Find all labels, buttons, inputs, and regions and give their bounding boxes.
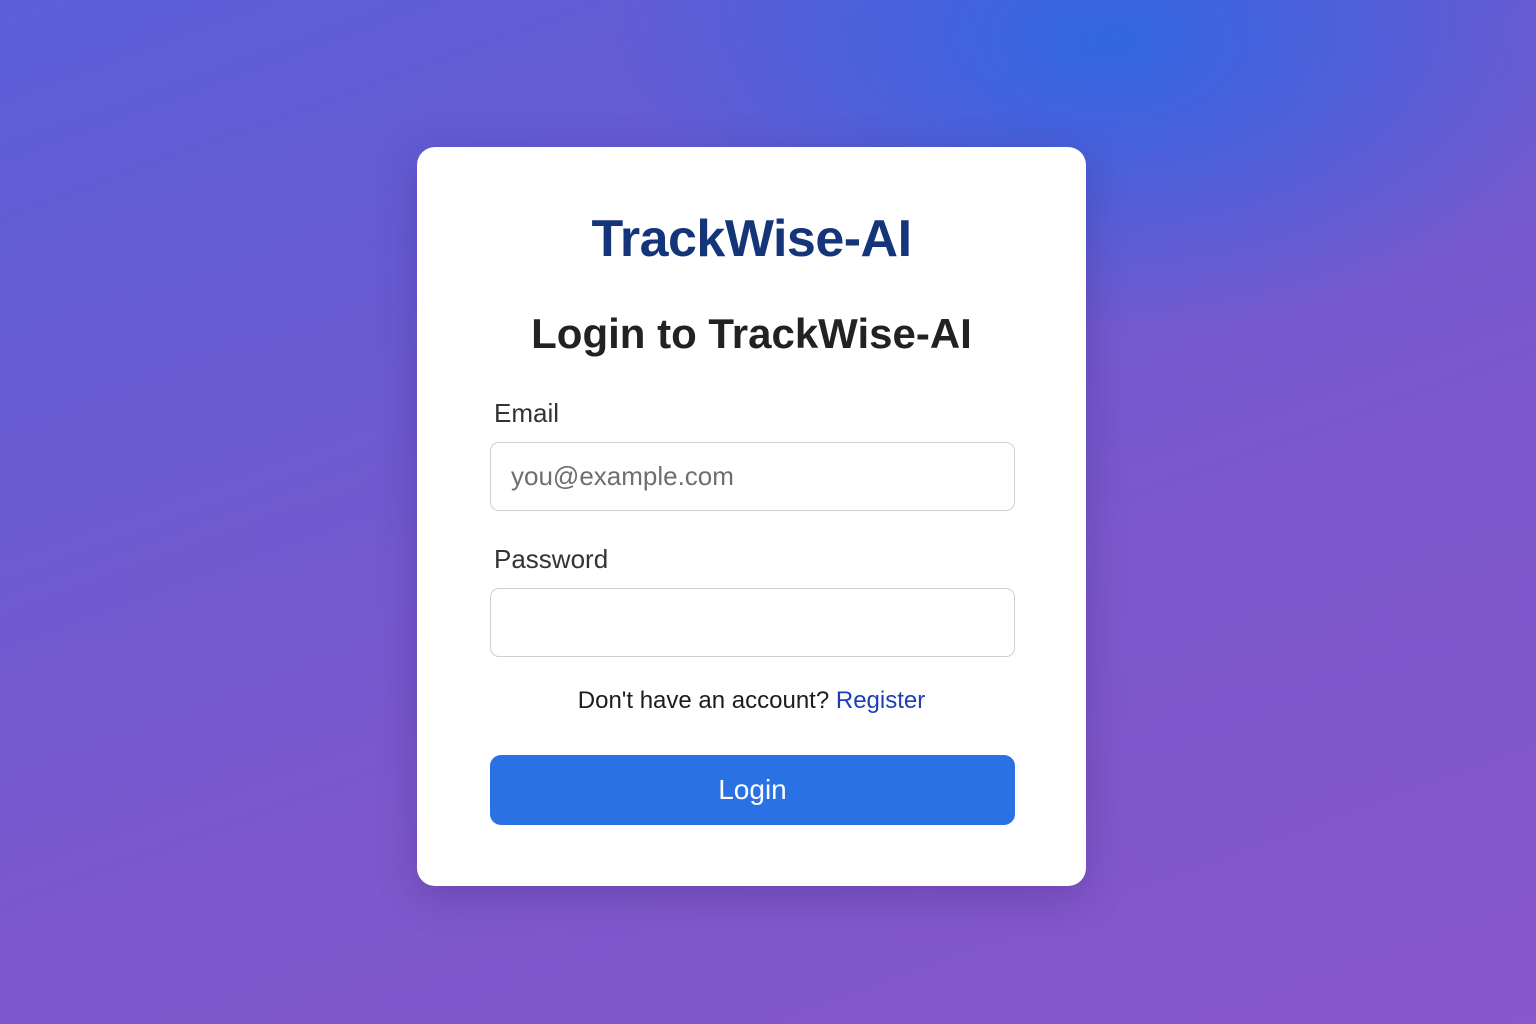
brand-title: TrackWise-AI: [591, 210, 912, 268]
email-label: Email: [494, 398, 560, 428]
register-prompt-text: Don't have an account?: [577, 687, 836, 714]
login-card: TrackWise-AI Login to TrackWise-AI Email…: [417, 147, 1086, 886]
email-input[interactable]: [490, 442, 1015, 511]
password-label: Password: [494, 544, 609, 574]
register-link[interactable]: Register: [836, 687, 925, 714]
login-button[interactable]: Login: [490, 755, 1015, 825]
login-heading: Login to TrackWise-AI: [531, 310, 972, 357]
register-prompt-line: Don't have an account? Register: [417, 685, 1086, 717]
password-input[interactable]: [490, 588, 1015, 657]
